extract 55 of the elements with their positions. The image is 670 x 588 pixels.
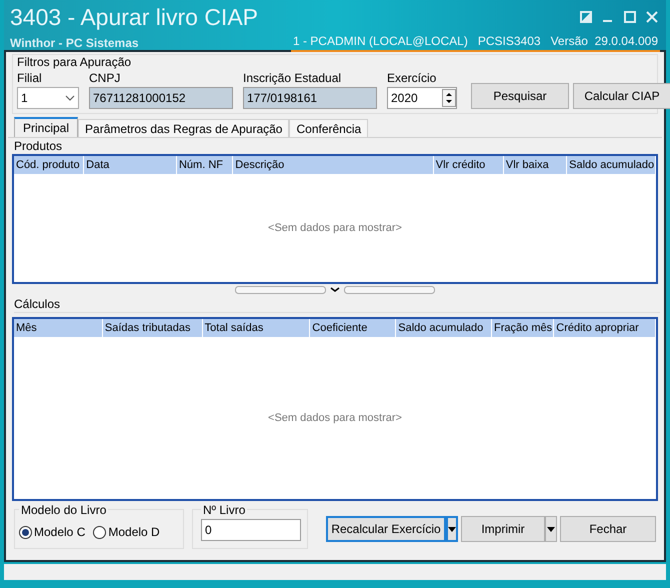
tab[interactable]: Conferência bbox=[289, 119, 368, 137]
dropdown-button[interactable] bbox=[545, 516, 557, 542]
tab[interactable]: Parâmetros das Regras de Apuração bbox=[78, 119, 290, 137]
group-title: Nº Livro bbox=[201, 503, 248, 517]
calculate-button[interactable]: Calcular CIAP bbox=[573, 83, 670, 109]
column-header[interactable]: Saldo acumulado bbox=[396, 319, 492, 337]
caret-icon bbox=[448, 526, 456, 532]
column-header[interactable]: Coeficiente bbox=[310, 319, 396, 337]
empty-message: <Sem dados para mostrar> bbox=[268, 220, 402, 236]
field-label: Exercício bbox=[387, 70, 438, 87]
column-header[interactable]: Descrição bbox=[233, 156, 434, 174]
spin-arrows-icon[interactable] bbox=[442, 89, 456, 107]
search-button[interactable]: Pesquisar bbox=[471, 83, 569, 109]
column-header[interactable]: Saldo acumulado bbox=[567, 156, 656, 174]
column-header[interactable]: Mês bbox=[14, 319, 103, 337]
column-header[interactable]: Data bbox=[84, 156, 177, 174]
radio-option[interactable]: Modelo C bbox=[19, 523, 86, 541]
column-header[interactable]: Vlr baixa bbox=[504, 156, 568, 174]
version-info: Versão 29.0.04.009 bbox=[550, 33, 658, 50]
group-title: Filtros para Apuração bbox=[17, 55, 132, 69]
column-header[interactable]: Fração mês bbox=[492, 319, 554, 337]
section-title: Cálculos bbox=[14, 296, 660, 313]
column-header[interactable]: Saídas tributadas bbox=[102, 319, 203, 337]
action-button[interactable]: Fechar bbox=[560, 516, 656, 542]
ie-field[interactable]: 177/0198161 bbox=[243, 87, 377, 109]
field-label: CNPJ bbox=[89, 70, 122, 87]
restore-icon[interactable] bbox=[580, 11, 592, 23]
filial-select[interactable]: 1 bbox=[17, 87, 79, 109]
close-icon[interactable] bbox=[646, 11, 658, 23]
year-spinner[interactable]: 2020 bbox=[387, 87, 457, 109]
section-title: Produtos bbox=[14, 138, 64, 154]
program-code: PCSIS3403 bbox=[478, 33, 541, 50]
field-label: Inscrição Estadual bbox=[243, 70, 342, 87]
book-number-field[interactable]: 0 bbox=[201, 519, 301, 541]
tab[interactable]: Principal bbox=[14, 117, 78, 137]
splitter-handle-icon[interactable] bbox=[235, 286, 435, 294]
action-button[interactable]: Imprimir bbox=[461, 516, 545, 542]
cnpj-field[interactable]: 76711281000152 bbox=[89, 87, 233, 109]
radio-option[interactable]: Modelo D bbox=[93, 523, 160, 541]
column-header[interactable]: Vlr crédito bbox=[434, 156, 504, 174]
column-header[interactable]: Núm. NF bbox=[176, 156, 234, 174]
session-info: 1 - PCADMIN (LOCAL@LOCAL) bbox=[292, 33, 468, 50]
field-label: Filial bbox=[17, 70, 43, 87]
window-title: 3403 - Apurar livro CIAP bbox=[10, 3, 258, 32]
subtitle: Winthor - PC Sistemas bbox=[10, 35, 139, 52]
chevron-icon bbox=[65, 95, 75, 101]
column-header[interactable]: Crédito apropriar bbox=[554, 319, 656, 337]
maximize-icon[interactable] bbox=[624, 11, 636, 23]
dropdown-button[interactable] bbox=[446, 516, 458, 542]
group-title: Modelo do Livro bbox=[19, 503, 108, 517]
caret-icon bbox=[547, 526, 555, 532]
column-header[interactable]: Cód. produto bbox=[14, 156, 84, 174]
action-button[interactable]: Recalcular Exercício bbox=[326, 516, 446, 542]
column-header[interactable]: Total saídas bbox=[202, 319, 310, 337]
empty-message: <Sem dados para mostrar> bbox=[268, 410, 402, 426]
